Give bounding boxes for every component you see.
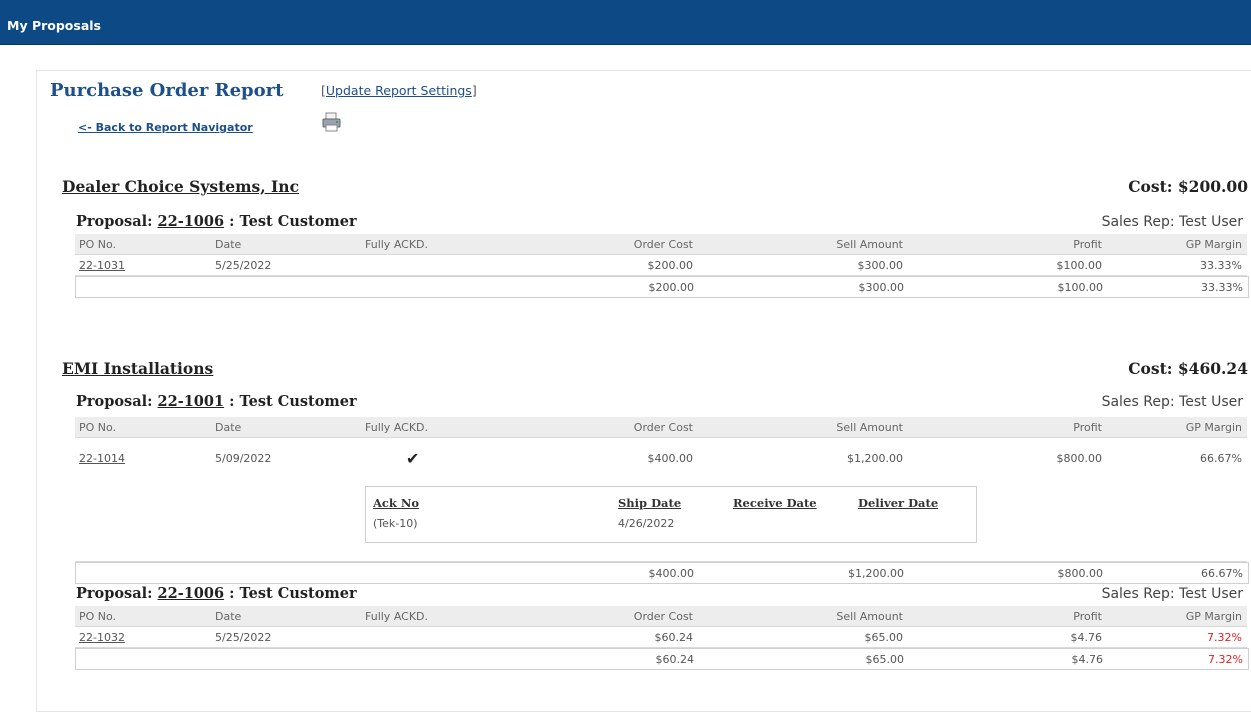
total-sell: $65.00 (865, 653, 905, 666)
po-date: 5/09/2022 (215, 452, 272, 465)
proposal-link[interactable]: 22-1006 (158, 213, 225, 230)
ship-date-header: Ship Date (618, 496, 682, 510)
vendor-name[interactable]: EMI Installations (62, 359, 213, 378)
total-profit: $800.00 (1057, 567, 1104, 580)
ack-detail-row: Ack No Ship Date Receive Date Deliver Da… (75, 473, 1247, 562)
col-sell: Sell Amount (836, 610, 903, 623)
sell-amount: $300.00 (857, 259, 904, 272)
total-gp: 66.67% (1201, 567, 1243, 580)
table-header: PO No. Date Fully ACKD. Order Cost Sell … (75, 234, 1247, 255)
profit: $4.76 (1070, 631, 1103, 644)
order-cost: $200.00 (647, 259, 694, 272)
gp-margin: 7.32% (1207, 631, 1242, 644)
col-date: Date (215, 421, 242, 434)
check-icon: ✔ (406, 449, 420, 468)
sell-amount: $65.00 (864, 631, 904, 644)
gp-margin: 33.33% (1200, 259, 1242, 272)
col-gp: GP Margin (1185, 421, 1242, 434)
totals-row: $60.24 $65.00 $4.76 7.32% (75, 648, 1249, 670)
order-cost: $60.24 (654, 631, 694, 644)
totals-row: $400.00 $1,200.00 $800.00 66.67% (75, 562, 1249, 584)
total-profit: $100.00 (1057, 281, 1104, 294)
col-po: PO No. (79, 421, 117, 434)
printer-icon[interactable] (320, 110, 344, 134)
col-date: Date (215, 610, 242, 623)
total-cost: $60.24 (655, 653, 695, 666)
table-header: PO No. Date Fully ACKD. Order Cost Sell … (75, 417, 1247, 438)
table-header: PO No. Date Fully ACKD. Order Cost Sell … (75, 606, 1247, 627)
vendor-cost: Cost: $200.00 (1128, 177, 1248, 196)
receive-date-header: Receive Date (733, 496, 817, 510)
total-cost: $200.00 (648, 281, 695, 294)
total-sell: $300.00 (858, 281, 905, 294)
col-sell: Sell Amount (836, 238, 903, 251)
app-header-bar: My Proposals (0, 0, 1251, 45)
deliver-date-header: Deliver Date (858, 496, 939, 510)
sell-amount: $1,200.00 (847, 452, 903, 465)
table-row: 22-1014 5/09/2022 ✔ $400.00 $1,200.00 $8… (75, 448, 1247, 468)
col-ack: Fully ACKD. (365, 421, 429, 434)
vendor-name[interactable]: Dealer Choice Systems, Inc (62, 177, 299, 196)
back-to-navigator-link[interactable]: <- Back to Report Navigator (78, 121, 253, 134)
sales-rep: Sales Rep: Test User (1101, 214, 1243, 230)
po-link[interactable]: 22-1014 (79, 452, 125, 465)
col-date: Date (215, 238, 242, 251)
col-cost: Order Cost (633, 421, 693, 434)
col-gp: GP Margin (1185, 238, 1242, 251)
gp-margin: 66.67% (1200, 452, 1242, 465)
proposal-heading: Proposal: 22-1006 : Test Customer (76, 213, 357, 230)
order-cost: $400.00 (647, 452, 694, 465)
update-settings: [Update Report Settings] (321, 83, 477, 98)
ack-no-header: Ack No (373, 496, 420, 510)
col-gp: GP Margin (1185, 610, 1242, 623)
proposal-heading: Proposal: 22-1001 : Test Customer (76, 393, 357, 410)
ship-date-value: 4/26/2022 (618, 517, 675, 530)
col-sell: Sell Amount (836, 421, 903, 434)
col-profit: Profit (1073, 610, 1102, 623)
table-row: 22-1031 5/25/2022 $200.00 $300.00 $100.0… (75, 255, 1247, 276)
col-profit: Profit (1073, 238, 1102, 251)
proposal-link[interactable]: 22-1006 (158, 585, 225, 602)
app-title: My Proposals (7, 18, 101, 33)
col-cost: Order Cost (633, 610, 693, 623)
total-sell: $1,200.00 (848, 567, 904, 580)
profit: $800.00 (1056, 452, 1103, 465)
total-gp: 7.32% (1208, 653, 1243, 666)
total-cost: $400.00 (648, 567, 695, 580)
page-title: Purchase Order Report (50, 80, 284, 101)
table-row: 22-1032 5/25/2022 $60.24 $65.00 $4.76 7.… (75, 627, 1247, 648)
col-po: PO No. (79, 610, 117, 623)
col-ack: Fully ACKD. (365, 610, 429, 623)
col-profit: Profit (1073, 421, 1102, 434)
po-link[interactable]: 22-1031 (79, 259, 125, 272)
vendor-cost: Cost: $460.24 (1128, 359, 1248, 378)
col-cost: Order Cost (633, 238, 693, 251)
proposal-link[interactable]: 22-1001 (158, 393, 225, 410)
update-report-settings-link[interactable]: Update Report Settings (326, 83, 472, 98)
total-gp: 33.33% (1201, 281, 1243, 294)
ack-detail-box: Ack No Ship Date Receive Date Deliver Da… (365, 486, 977, 543)
sales-rep: Sales Rep: Test User (1101, 586, 1243, 602)
proposal-heading: Proposal: 22-1006 : Test Customer (76, 585, 357, 602)
totals-row: $200.00 $300.00 $100.00 33.33% (75, 276, 1249, 298)
profit: $100.00 (1056, 259, 1103, 272)
total-profit: $4.76 (1071, 653, 1104, 666)
ack-no-value: (Tek-10) (373, 517, 418, 530)
sales-rep: Sales Rep: Test User (1101, 394, 1243, 410)
col-ack: Fully ACKD. (365, 238, 429, 251)
po-date: 5/25/2022 (215, 259, 272, 272)
po-date: 5/25/2022 (215, 631, 272, 644)
col-po: PO No. (79, 238, 117, 251)
po-link[interactable]: 22-1032 (79, 631, 125, 644)
